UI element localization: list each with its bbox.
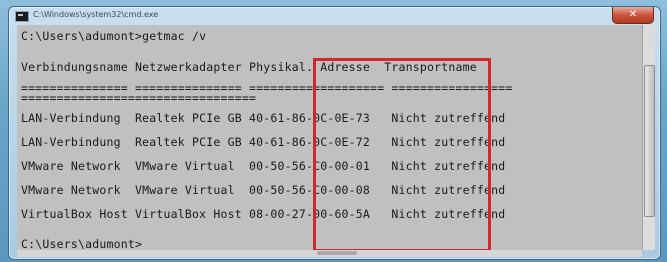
mac-address-highlight-box <box>313 58 491 250</box>
close-button[interactable]: ✕ <box>612 7 654 24</box>
window-title: C:\Windows\system32\cmd.exe <box>33 10 159 19</box>
console-output[interactable]: C:\Users\adumont>getmac /v Verbindungsna… <box>17 25 642 250</box>
cmd-window[interactable]: C:\Windows\system32\cmd.exe ✕ C:\Users\a… <box>8 6 661 260</box>
desktop-background: C:\Windows\system32\cmd.exe ✕ C:\Users\a… <box>0 0 667 262</box>
console-line-command: C:\Users\adumont>getmac /v <box>21 29 207 43</box>
vertical-scrollbar[interactable] <box>642 25 655 250</box>
console-line-separator-2: ================================= <box>21 91 257 105</box>
vertical-scroll-thumb[interactable] <box>644 65 655 217</box>
horizontal-scrollbar[interactable] <box>17 250 642 257</box>
console-app-icon <box>15 11 29 22</box>
title-bar[interactable]: C:\Windows\system32\cmd.exe ✕ <box>9 7 660 25</box>
console-line-prompt: C:\Users\adumont> <box>21 237 143 250</box>
horizontal-scroll-thumb[interactable] <box>317 251 357 255</box>
